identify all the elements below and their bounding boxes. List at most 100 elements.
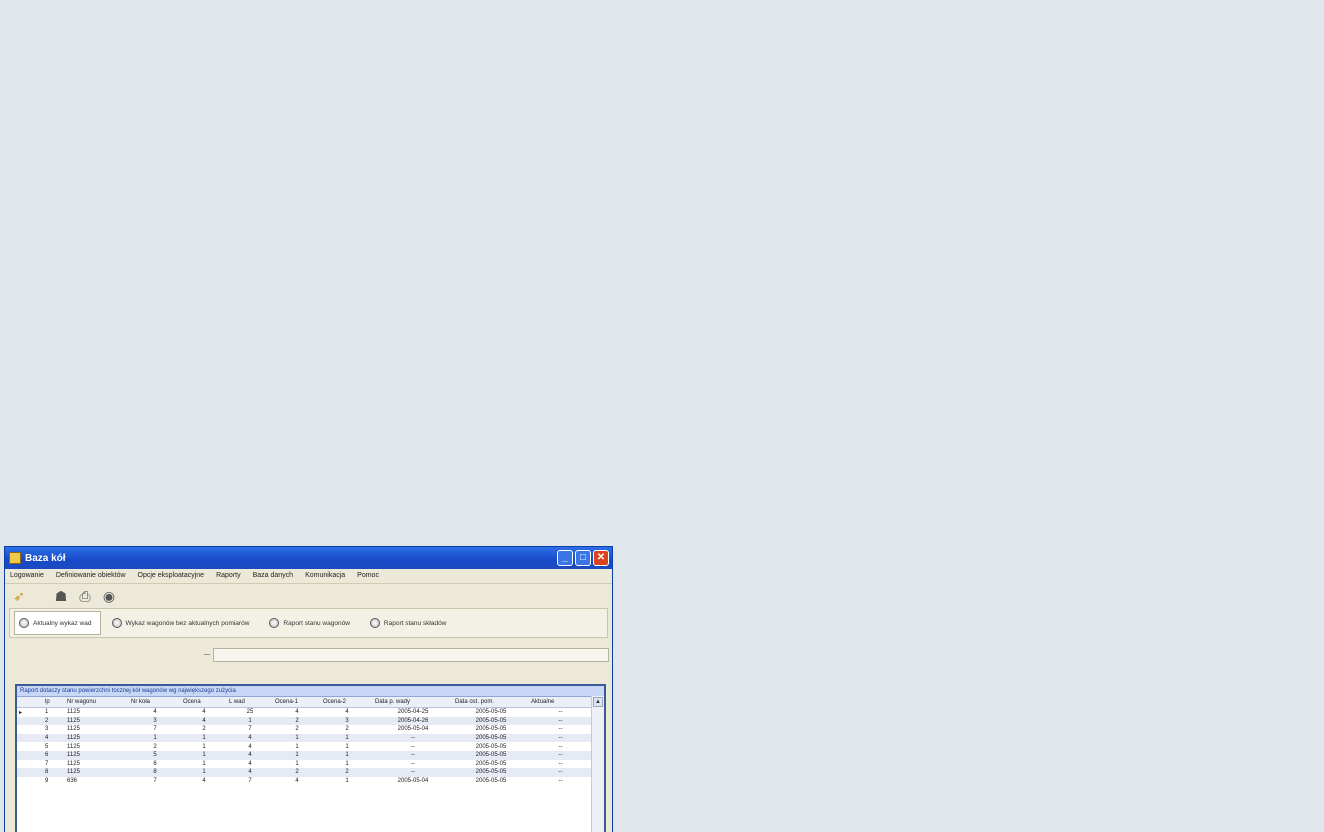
table-cell: 3: [43, 725, 65, 734]
table-row[interactable]: 6 1125 5 1 4 1 1 -- 2005-05-05 --: [17, 750, 592, 760]
report-icon: [369, 618, 380, 628]
report-grid: Raport dotaczy stanu powierzchni tocznej…: [15, 684, 606, 832]
table-cell: 1: [181, 750, 227, 760]
table-row[interactable]: 3 1125 7 2 7 2 2 2005-05-04 2005-05-05 --: [17, 725, 592, 734]
table-cell: --: [373, 742, 453, 751]
table-cell: --: [529, 742, 592, 751]
column-header[interactable]: L wad: [227, 697, 273, 708]
row-indicator: [17, 742, 43, 751]
menu-komunikacja[interactable]: Komunikacja: [305, 572, 345, 583]
menu-logowanie[interactable]: Logowanie: [10, 572, 44, 583]
row-indicator: [17, 733, 43, 743]
table-cell: 2: [129, 742, 181, 751]
table-row[interactable]: 8 1125 8 1 4 2 2 -- 2005-05-05 --: [17, 768, 592, 777]
table-cell: 2005-05-05: [453, 776, 529, 786]
table-cell: 7: [129, 725, 181, 734]
report-icon: [19, 618, 29, 628]
table-cell: 2005-05-05: [453, 733, 529, 743]
column-header[interactable]: lp: [43, 697, 65, 708]
table-cell: 7: [43, 759, 65, 769]
table-cell: 1: [273, 733, 321, 743]
table-cell: 1: [273, 742, 321, 751]
table-row[interactable]: 5 1125 2 1 4 1 1 -- 2005-05-05 --: [17, 742, 592, 751]
table-row[interactable]: ▸ 1 1125 4 4 25 4 4 2005-04-25 2005-05-05 --: [17, 707, 592, 717]
table-cell: 1: [321, 750, 373, 760]
table-cell: --: [373, 768, 453, 777]
vertical-scrollbar[interactable]: ▲: [591, 696, 604, 832]
tab-label: Raport stanu wagonów: [283, 619, 350, 627]
table-cell: 2005-05-05: [453, 768, 529, 777]
tab-raport-stanu-skladow[interactable]: Raport stanu składów: [365, 611, 456, 635]
table-cell: --: [529, 725, 592, 734]
report-table: lp Nr wagonu Nr koła Ocena L wad Ocena-1…: [17, 697, 592, 786]
table-cell: --: [529, 716, 592, 726]
report-icon: [111, 618, 122, 628]
title-bar[interactable]: Baza kół _ □ ✕: [5, 547, 612, 569]
row-indicator: [17, 759, 43, 769]
user-icon[interactable]: ☗: [53, 588, 69, 604]
table-cell: 4: [227, 742, 273, 751]
table-cell: 1: [43, 707, 65, 717]
table-cell: 2: [181, 725, 227, 734]
table-cell: 1: [321, 776, 373, 786]
menu-opcje[interactable]: Opcje eksploatacyjne: [138, 572, 205, 583]
menu-definiowanie[interactable]: Definiowanie obiektów: [56, 572, 126, 583]
table-cell: 1: [321, 733, 373, 743]
table-cell: 1125: [65, 707, 129, 717]
table-cell: 1125: [65, 768, 129, 777]
row-indicator: [17, 716, 43, 726]
table-cell: --: [373, 759, 453, 769]
tab-wykaz-wagonow[interactable]: Wykaz wagonów bez aktualnych pomiarów: [107, 611, 259, 635]
grid-caption: Raport dotaczy stanu powierzchni tocznej…: [17, 686, 604, 697]
table-cell: 1: [321, 742, 373, 751]
table-cell: 4: [181, 776, 227, 786]
refresh-icon[interactable]: ◉: [101, 588, 117, 604]
tab-label: Wykaz wagonów bez aktualnych pomiarów: [125, 619, 250, 627]
row-indicator: [17, 725, 43, 734]
table-cell: 3: [321, 716, 373, 726]
table-row[interactable]: 2 1125 3 4 1 2 3 2005-04-26 2005-05-05 --: [17, 716, 592, 726]
menu-baza-danych[interactable]: Baza danych: [253, 572, 293, 583]
maximize-button[interactable]: □: [575, 550, 591, 566]
table-cell: --: [529, 776, 592, 786]
table-cell: 1: [181, 759, 227, 769]
table-cell: 4: [227, 733, 273, 743]
toolbar: ➶ ☗ ⎙ ◉: [5, 584, 612, 608]
window-controls: _ □ ✕: [557, 550, 609, 566]
table-cell: 1125: [65, 750, 129, 760]
table-cell: 2: [273, 768, 321, 777]
table-cell: --: [529, 707, 592, 717]
tab-raport-stanu-wagonow[interactable]: Raport stanu wagonów: [264, 611, 359, 635]
column-header[interactable]: Nr wagonu: [65, 697, 129, 708]
table-row[interactable]: 9 636 7 4 7 4 1 2005-05-04 2005-05-05 --: [17, 776, 592, 786]
table-cell: 2005-04-25: [373, 707, 453, 717]
table-cell: 4: [227, 750, 273, 760]
scroll-up-icon[interactable]: ▲: [593, 697, 603, 707]
minimize-button[interactable]: _: [557, 550, 573, 566]
column-header[interactable]: Ocena: [181, 697, 227, 708]
column-header[interactable]: Aktualne: [529, 697, 592, 708]
close-button[interactable]: ✕: [593, 550, 609, 566]
menu-raporty[interactable]: Raporty: [216, 572, 241, 583]
column-header[interactable]: Data ost. pom.: [453, 697, 529, 708]
column-header[interactable]: Ocena-1: [273, 697, 321, 708]
table-cell: 2005-05-04: [373, 776, 453, 786]
table-cell: 1125: [65, 716, 129, 726]
table-cell: 6: [43, 750, 65, 760]
app-window: Baza kół _ □ ✕ Logowanie Definiowanie ob…: [4, 546, 613, 832]
table-row[interactable]: 4 1125 1 1 4 1 1 -- 2005-05-05 --: [17, 733, 592, 743]
column-header[interactable]: Data p. wady: [373, 697, 453, 708]
table-cell: 4: [321, 707, 373, 717]
folder-open-icon[interactable]: ➶: [11, 588, 27, 604]
table-cell: 1125: [65, 759, 129, 769]
row-indicator: [17, 768, 43, 777]
table-cell: 4: [181, 707, 227, 717]
column-header[interactable]: Nr koła: [129, 697, 181, 708]
menu-pomoc[interactable]: Pomoc: [357, 572, 379, 583]
table-cell: 1: [273, 759, 321, 769]
tab-aktualny-wykaz-wad[interactable]: Aktualny wykaz wad: [14, 611, 101, 635]
print-icon[interactable]: ⎙: [77, 588, 93, 604]
filter-field[interactable]: [204, 648, 609, 662]
table-row[interactable]: 7 1125 6 1 4 1 1 -- 2005-05-05 --: [17, 759, 592, 769]
column-header[interactable]: Ocena-2: [321, 697, 373, 708]
